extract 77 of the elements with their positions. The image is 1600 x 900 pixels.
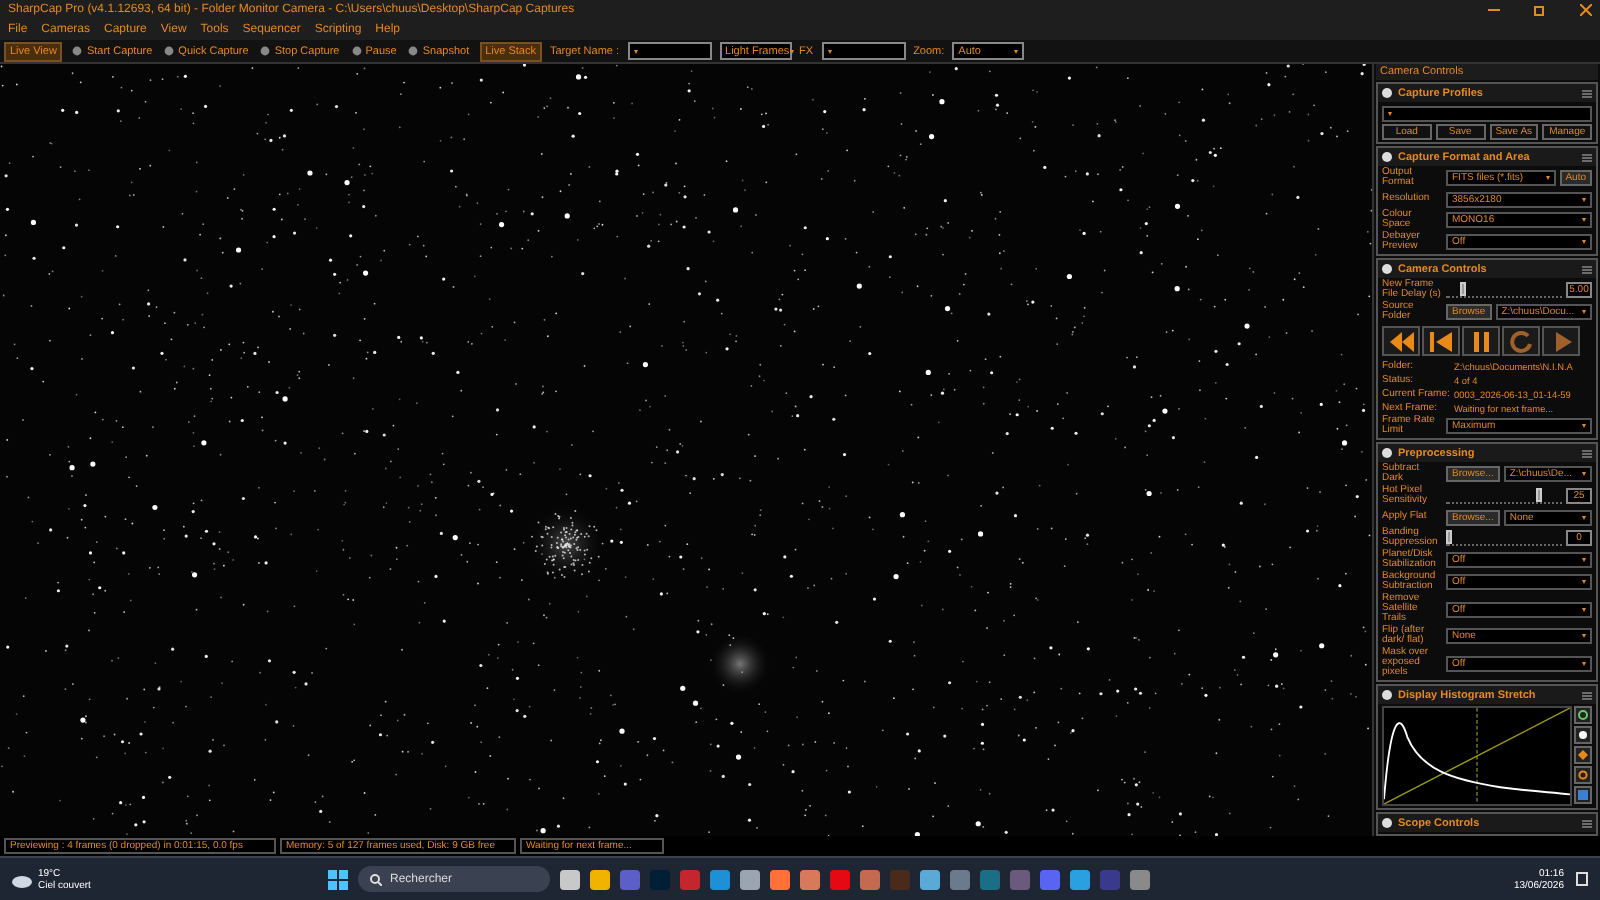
slider[interactable] bbox=[1446, 282, 1562, 298]
refresh-icon bbox=[1506, 327, 1536, 355]
caret-icon bbox=[1582, 472, 1586, 476]
windows-logo-icon[interactable] bbox=[328, 869, 348, 889]
caret-icon bbox=[827, 49, 832, 53]
close-icon[interactable] bbox=[1580, 4, 1592, 16]
caret-icon bbox=[1582, 580, 1586, 584]
caret-icon bbox=[1582, 240, 1586, 244]
caret-icon bbox=[1582, 218, 1586, 222]
media-button[interactable] bbox=[1382, 326, 1420, 356]
app-icon[interactable] bbox=[710, 869, 730, 889]
caret-icon bbox=[1582, 197, 1586, 201]
slider-thumb[interactable] bbox=[1536, 488, 1543, 502]
caret-icon bbox=[1014, 49, 1019, 53]
app-icon[interactable] bbox=[1070, 869, 1090, 889]
section-icon bbox=[1382, 448, 1392, 458]
caret-icon bbox=[1582, 515, 1586, 519]
menu-icon[interactable] bbox=[1582, 449, 1592, 457]
caret-icon bbox=[633, 49, 638, 53]
slider[interactable] bbox=[1446, 530, 1562, 546]
section-icon bbox=[1382, 264, 1392, 274]
app-icon[interactable] bbox=[740, 869, 760, 889]
arrows-button[interactable] bbox=[1574, 746, 1592, 764]
slider-thumb[interactable] bbox=[1459, 282, 1466, 296]
search-icon bbox=[370, 873, 382, 885]
caret-icon bbox=[1582, 558, 1586, 562]
menu-icon[interactable] bbox=[1582, 153, 1592, 161]
caret-icon bbox=[1582, 634, 1586, 638]
app-icon[interactable] bbox=[800, 869, 820, 889]
caret-icon bbox=[1582, 424, 1586, 428]
minimize-icon[interactable] bbox=[1488, 4, 1500, 16]
dropdown[interactable] bbox=[627, 42, 712, 60]
caret-icon bbox=[1388, 111, 1392, 115]
media-button[interactable] bbox=[1462, 326, 1500, 356]
media-button[interactable] bbox=[1502, 326, 1540, 356]
media-button[interactable] bbox=[1542, 326, 1580, 356]
app-icon[interactable] bbox=[590, 869, 610, 889]
tool-icon bbox=[408, 46, 419, 56]
caret-icon bbox=[1582, 607, 1586, 611]
section-icon bbox=[1382, 152, 1392, 162]
tool-icon bbox=[164, 46, 175, 56]
dropdown[interactable] bbox=[1382, 105, 1592, 121]
media-button[interactable] bbox=[1422, 326, 1460, 356]
tool-icon bbox=[351, 46, 362, 56]
section-icon bbox=[1382, 690, 1392, 700]
caret-icon bbox=[789, 49, 794, 53]
reset-button[interactable] bbox=[1574, 766, 1592, 784]
rewind-icon bbox=[1386, 327, 1416, 355]
circle-icon bbox=[1578, 710, 1588, 720]
toggle-icon-button[interactable] bbox=[1574, 706, 1592, 724]
tool-icon bbox=[72, 46, 83, 56]
save-icon bbox=[1578, 790, 1588, 800]
app-icon[interactable] bbox=[920, 869, 940, 889]
menu-icon[interactable] bbox=[1582, 691, 1592, 699]
app-icon[interactable] bbox=[770, 869, 790, 889]
app-icon[interactable] bbox=[860, 869, 880, 889]
menu-icon[interactable] bbox=[1582, 265, 1592, 273]
reset-icon bbox=[1578, 770, 1588, 780]
contrast-button[interactable] bbox=[1574, 726, 1592, 744]
save-button[interactable] bbox=[1574, 786, 1592, 804]
app-icon[interactable] bbox=[1130, 869, 1150, 889]
caret-icon bbox=[1582, 661, 1586, 665]
notification-icon[interactable] bbox=[1576, 872, 1588, 886]
cloud-icon bbox=[12, 871, 32, 887]
section-icon bbox=[1382, 88, 1392, 98]
menu-icon[interactable] bbox=[1582, 89, 1592, 97]
dropdown[interactable] bbox=[821, 42, 906, 60]
caret-icon bbox=[1545, 176, 1550, 180]
skip-back-icon bbox=[1426, 327, 1456, 355]
restore-icon[interactable] bbox=[1534, 4, 1546, 16]
section-icon bbox=[1382, 818, 1392, 828]
tool-icon bbox=[260, 46, 271, 56]
slider-thumb[interactable] bbox=[1446, 530, 1452, 544]
slider[interactable] bbox=[1446, 488, 1562, 504]
menu-icon[interactable] bbox=[1582, 819, 1592, 827]
app-icon[interactable] bbox=[560, 869, 580, 889]
caret-icon bbox=[1582, 310, 1586, 314]
